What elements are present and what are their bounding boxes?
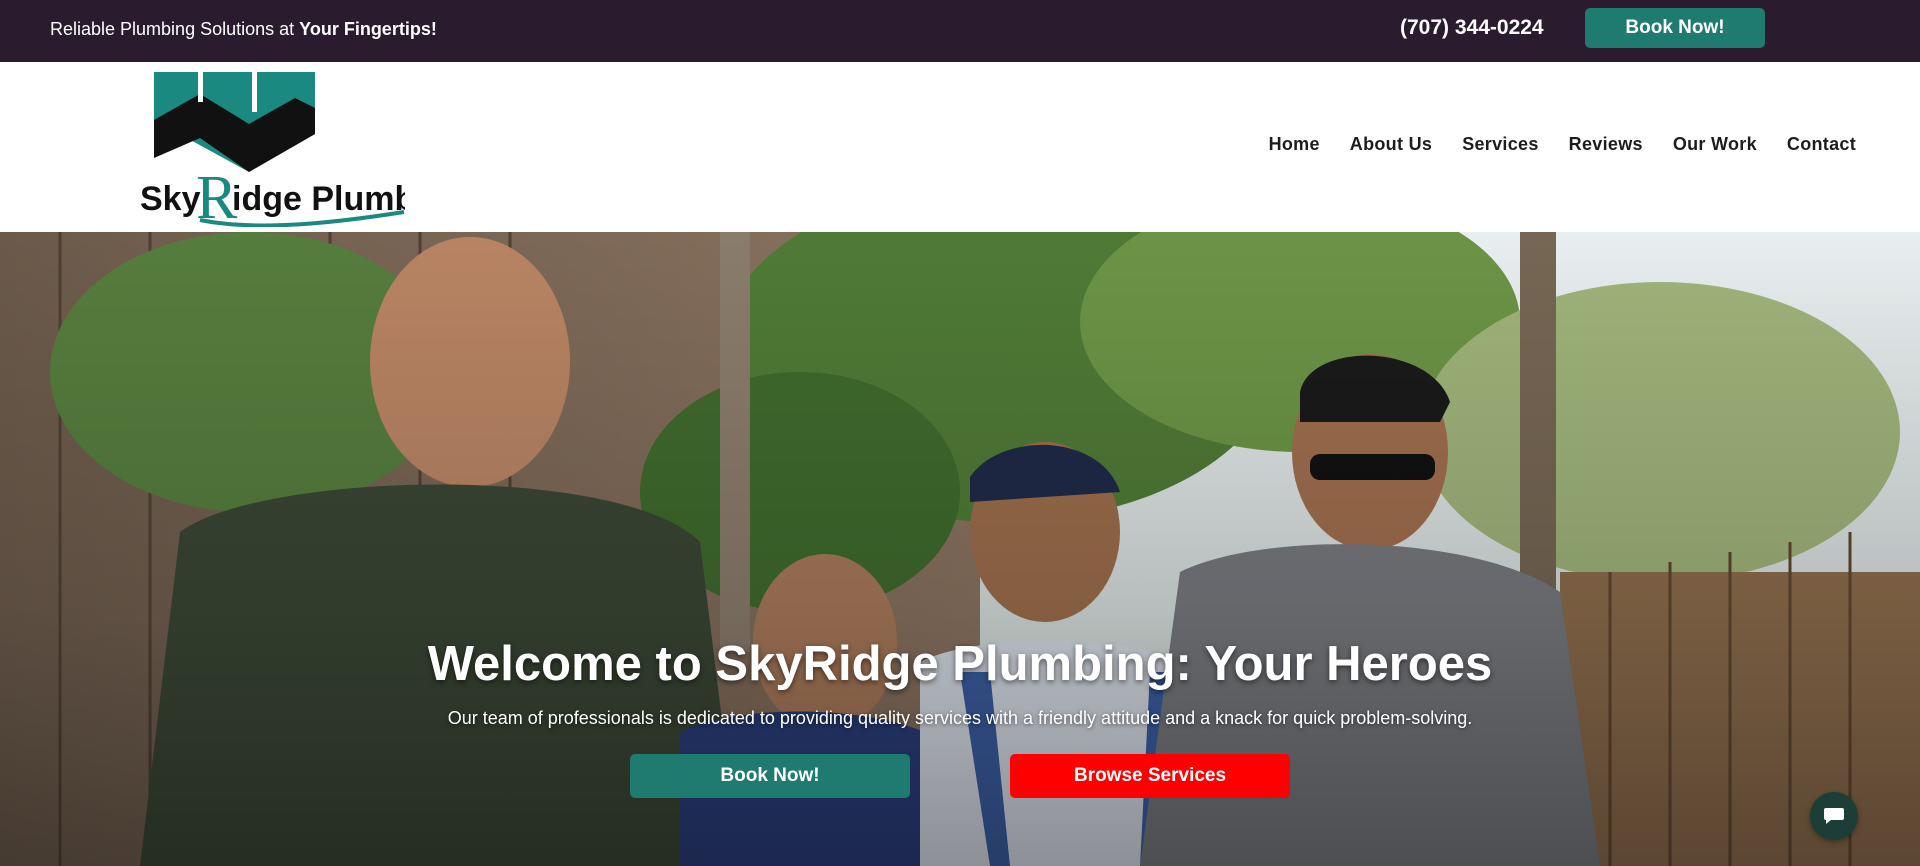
main-nav: Home About Us Services Reviews Our Work … (1269, 134, 1856, 155)
svg-text:idge Plumbing: idge Plumbing (232, 180, 405, 218)
nav-home[interactable]: Home (1269, 134, 1320, 155)
svg-text:Sky: Sky (140, 180, 201, 218)
browse-services-button[interactable]: Browse Services (1010, 754, 1290, 798)
logo[interactable]: Sky R idge Plumbing (140, 72, 466, 232)
tagline-emphasis: Your Fingertips! (299, 19, 437, 39)
nav-reviews[interactable]: Reviews (1569, 134, 1643, 155)
hero-title: Welcome to SkyRidge Plumbing: Your Heroe… (427, 637, 1493, 691)
phone-link[interactable]: (707) 344-0224 (1400, 16, 1544, 40)
top-bar: Reliable Plumbing Solutions at Your Fing… (0, 0, 1920, 62)
hero-photo (0, 232, 1920, 866)
nav-about-us[interactable]: About Us (1350, 134, 1432, 155)
logo-graphic: Sky R idge Plumbing (140, 72, 466, 232)
book-now-button-hero[interactable]: Book Now! (630, 754, 910, 798)
nav-services[interactable]: Services (1462, 134, 1538, 155)
tagline-prefix: Reliable Plumbing Solutions at (50, 19, 300, 39)
nav-contact[interactable]: Contact (1787, 134, 1856, 155)
hero-section: Welcome to SkyRidge Plumbing: Your Heroe… (0, 232, 1920, 866)
book-now-button-top[interactable]: Book Now! (1585, 8, 1765, 48)
chat-widget-button[interactable] (1810, 792, 1858, 840)
tagline: Reliable Plumbing Solutions at Your Fing… (50, 19, 437, 40)
nav-our-work[interactable]: Our Work (1673, 134, 1757, 155)
hero-subtitle: Our team of professionals is dedicated t… (447, 708, 1473, 728)
site-header: Sky R idge Plumbing Home About Us Servic… (0, 62, 1920, 232)
chat-bubble-icon (1824, 808, 1844, 824)
